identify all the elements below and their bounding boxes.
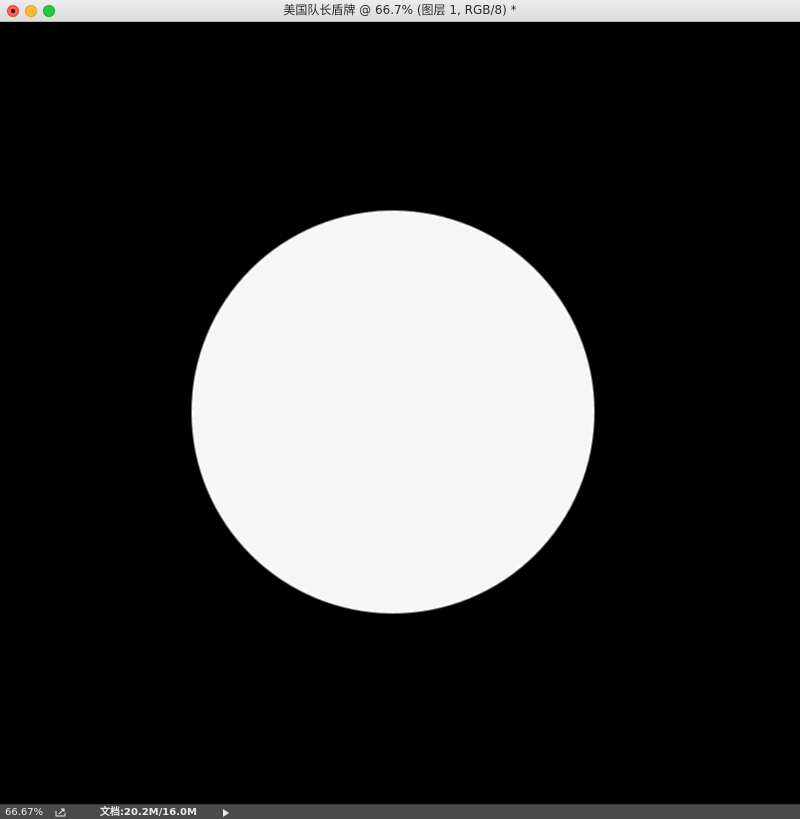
zoom-level-field[interactable]: 66.67% [5,805,49,819]
title-bar[interactable]: 美国队长盾牌 @ 66.7% (图层 1, RGB/8) * [0,0,800,22]
photoshop-document-window: 美国队长盾牌 @ 66.7% (图层 1, RGB/8) * 66.67% 文档… [0,0,800,819]
status-bar: 66.67% 文档:20.2M/16.0M [0,804,800,819]
document-size-info[interactable]: 文档:20.2M/16.0M [100,805,197,819]
window-title: 美国队长盾牌 @ 66.7% (图层 1, RGB/8) * [283,3,517,17]
play-arrow-icon[interactable] [223,809,229,817]
share-icon[interactable] [55,808,67,817]
circular-selection-shape[interactable] [192,211,594,613]
document-canvas[interactable] [0,22,800,804]
